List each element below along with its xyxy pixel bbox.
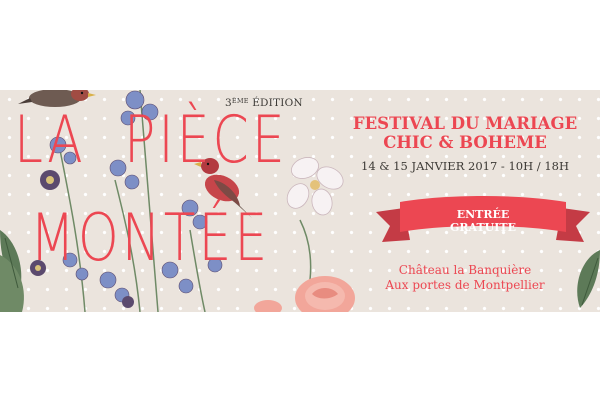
entry-line-1: ENTRÉE bbox=[456, 208, 510, 221]
entry-line-2: GRATUITE bbox=[450, 221, 516, 234]
festival-line-2: CHIC & BOHEME bbox=[383, 133, 547, 152]
leaves-left-icon bbox=[0, 230, 24, 312]
festival-line-1: FESTIVAL DU MARIAGE bbox=[352, 114, 578, 133]
festival-banner: 3ÈME ÉDITION LA PIÈCE MONTÉE FESTIVAL DU… bbox=[0, 90, 600, 312]
festival-title: FESTIVAL DU MARIAGE CHIC & BOHEME bbox=[345, 114, 585, 152]
event-dates: 14 & 15 JANVIER 2017 - 10H / 18H bbox=[361, 159, 569, 173]
free-entry-badge: ENTRÉE GRATUITE bbox=[413, 208, 553, 234]
white-flower-icon bbox=[286, 157, 344, 281]
venue-name: Château la Banquière bbox=[398, 263, 532, 277]
title-montee: MONTÉE bbox=[30, 201, 271, 276]
title-piece: PIÈCE bbox=[124, 103, 288, 178]
venue: Château la Banquière Aux portes de Montp… bbox=[345, 263, 585, 293]
venue-location: Aux portes de Montpellier bbox=[385, 278, 545, 292]
pink-rose-icon bbox=[254, 276, 355, 312]
title-la: LA bbox=[14, 103, 86, 178]
